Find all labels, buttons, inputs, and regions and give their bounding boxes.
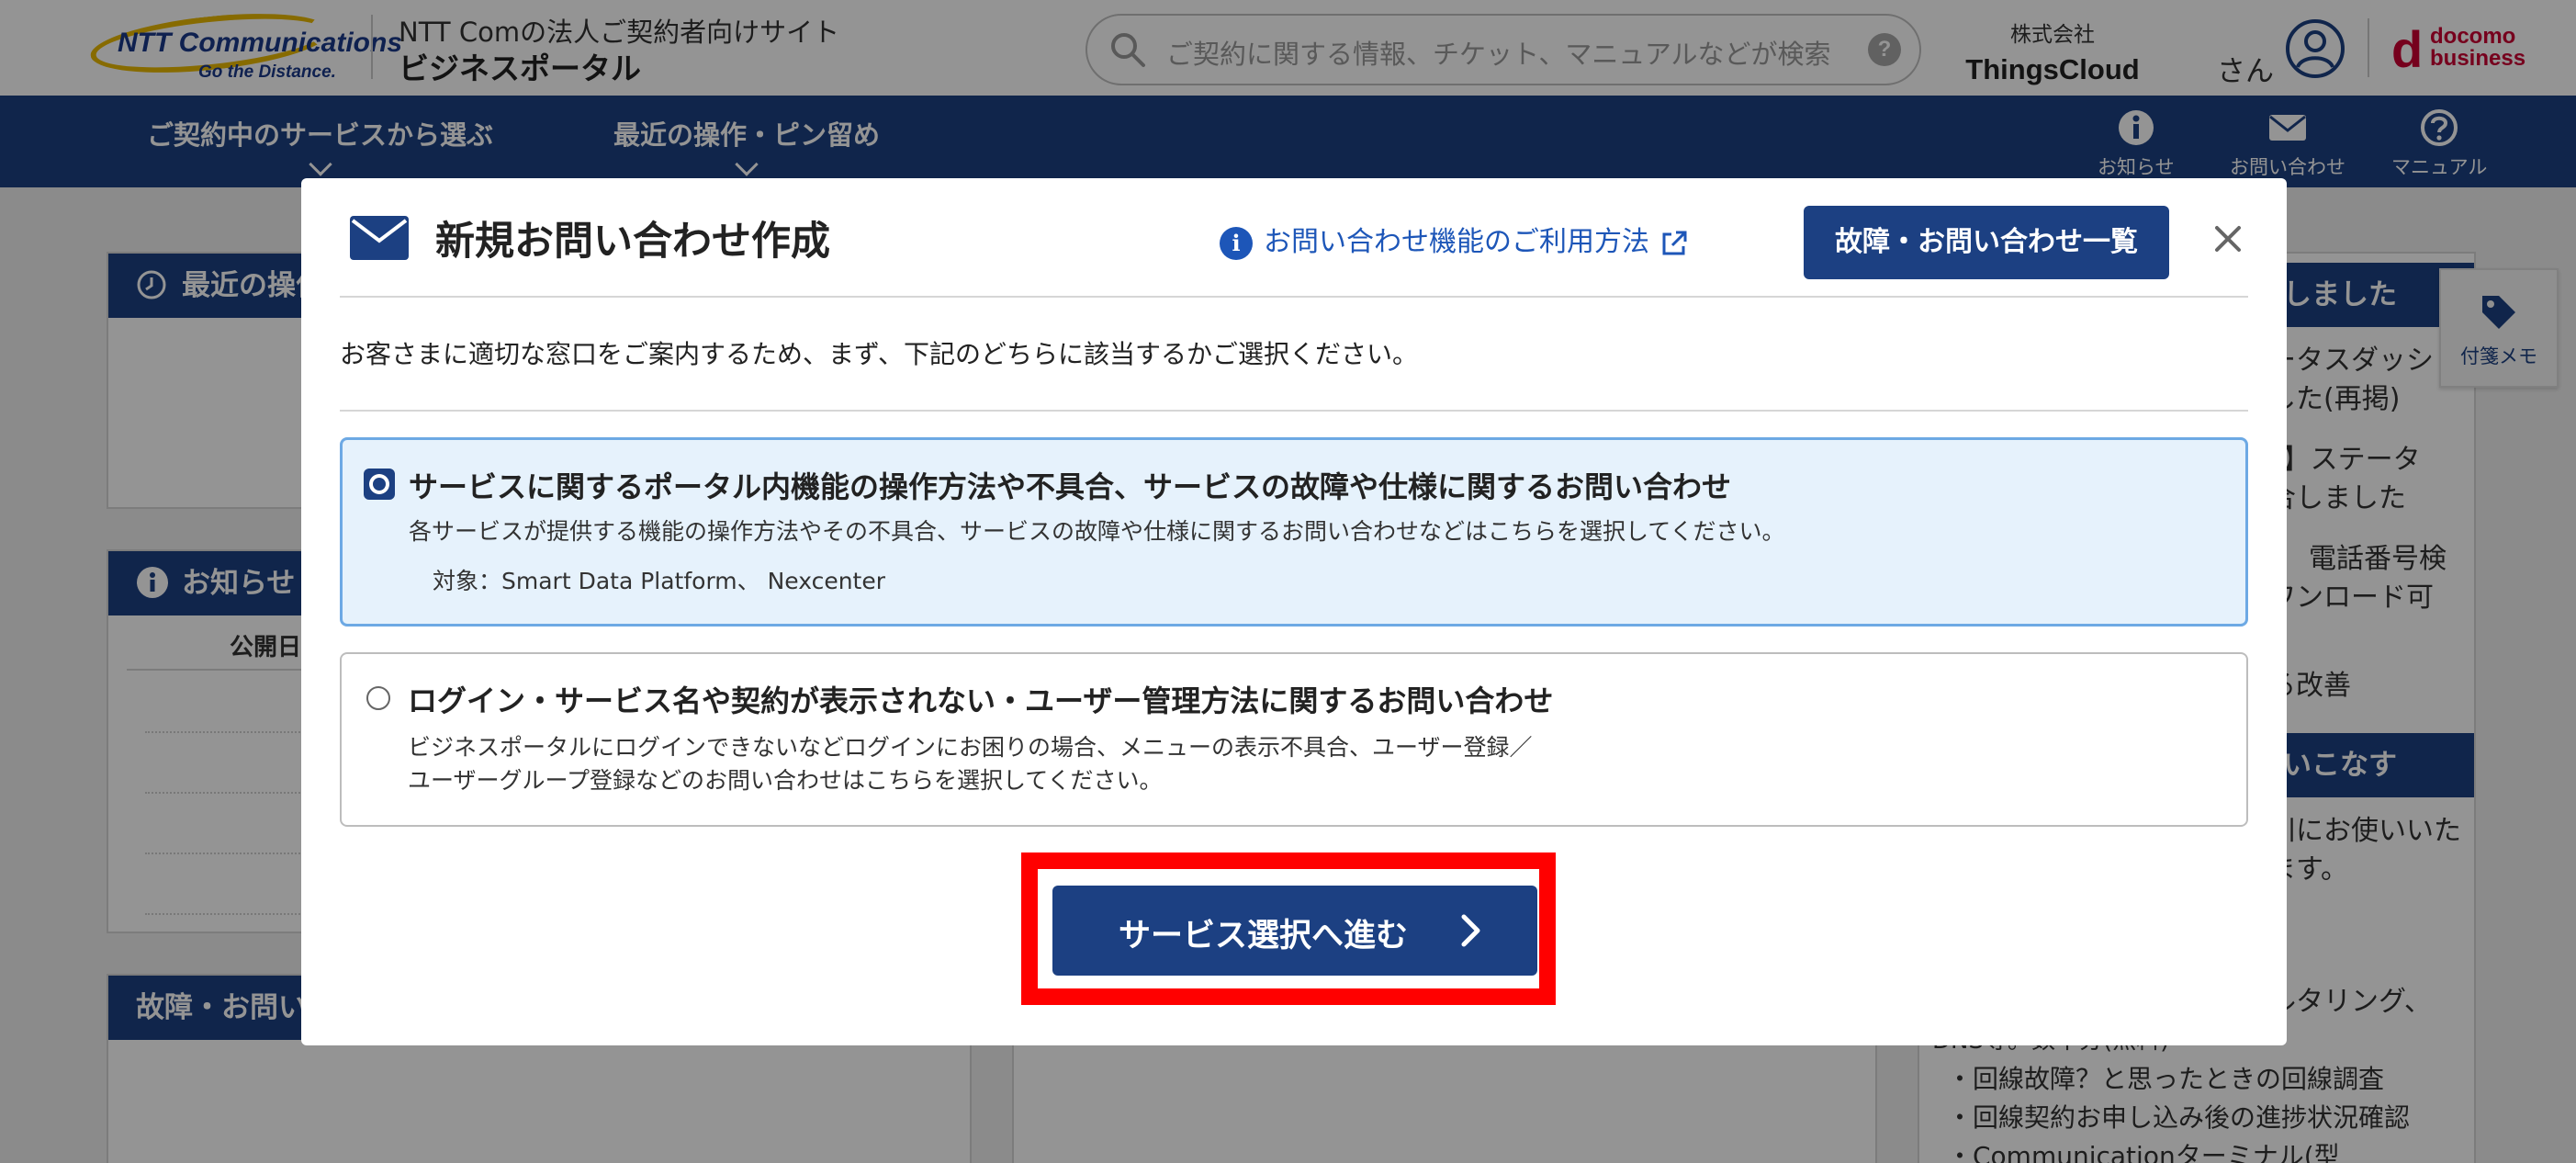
option-login-inquiry[interactable]: ログイン・サービス名や契約が表示されない・ユーザー管理方法に関するお問い合わせ … (340, 652, 2248, 827)
mail-icon (350, 216, 409, 260)
modal-divider (340, 410, 2248, 412)
radio-selected[interactable] (363, 468, 396, 501)
option-title: サービスに関するポータル内機能の操作方法や不具合、サービスの故障や仕様に関するお… (409, 469, 1732, 504)
info-icon: i (1220, 226, 1253, 260)
usage-help-link[interactable]: i お問い合わせ機能のご利用方法 (1220, 219, 1688, 260)
radio-unselected[interactable] (362, 682, 395, 715)
help-link-label: お問い合わせ機能のご利用方法 (1264, 226, 1649, 258)
chevron-right-icon (1461, 914, 1480, 947)
option-title: ログイン・サービス名や契約が表示されない・ユーザー管理方法に関するお問い合わせ (408, 683, 1554, 718)
option-description: ユーザーグループ登録などのお問い合わせはこちらを選択してください。 (408, 767, 1163, 794)
close-icon[interactable] (2208, 219, 2248, 259)
modal-divider (340, 296, 2248, 298)
modal-intro-text: お客さまに適切な窓口をご案内するため、まず、下記のどちらに該当するかご選択くださ… (340, 339, 1419, 369)
inquiry-list-button[interactable]: 故障・お問い合わせ一覧 (1804, 206, 2169, 279)
modal-title: 新規お問い合わせ作成 (435, 219, 830, 265)
option-target: 対象：Smart Data Platform、 Nexcenter (433, 568, 886, 594)
proceed-to-service-selection-button[interactable]: サービス選択へ進む (1052, 886, 1537, 976)
external-link-icon (1662, 231, 1687, 254)
proceed-label: サービス選択へ進む (1119, 918, 1409, 954)
option-service-inquiry[interactable]: サービスに関するポータル内機能の操作方法や不具合、サービスの故障や仕様に関するお… (340, 437, 2248, 627)
option-description: ビジネスポータルにログインできないなどログインにお困りの場合、メニューの表示不具… (408, 734, 1533, 761)
option-description: 各サービスが提供する機能の操作方法やその不具合、サービスの故障や仕様に関するお問… (409, 518, 1785, 545)
